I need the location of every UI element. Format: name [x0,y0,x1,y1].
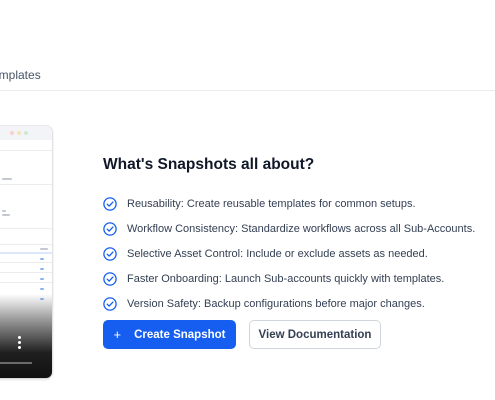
plus-icon: + [113,327,122,342]
feature-text: Workflow Consistency: Standardize workfl… [127,222,476,235]
feature-item: Selective Asset Control: Include or excl… [103,241,475,266]
preview-video-overlay [0,294,52,378]
preview-divider [0,272,52,273]
more-vertical-icon[interactable] [16,336,22,350]
feature-list: Reusability: Create reusable templates f… [103,191,475,316]
preview-row-highlight [0,252,52,254]
preview-divider [0,150,52,151]
feature-item: Reusability: Create reusable templates f… [103,191,475,216]
preview-text-line [2,178,12,180]
feature-item: Version Safety: Backup configurations be… [103,291,475,316]
feature-item: Faster Onboarding: Launch Sub-accounts q… [103,266,475,291]
preview-text-line [2,214,10,216]
preview-divider [0,282,52,283]
create-snapshot-label: Create Snapshot [134,328,226,341]
preview-link [40,278,44,280]
feature-text: Reusability: Create reusable templates f… [127,197,416,210]
feature-text: Selective Asset Control: Include or excl… [127,247,428,260]
video-progress-bar[interactable] [0,362,32,364]
check-circle-icon [103,296,117,311]
view-documentation-button[interactable]: View Documentation [249,320,381,349]
snapshot-preview-video[interactable] [0,126,52,378]
preview-window-bar [0,126,52,140]
preview-divider [0,262,52,263]
check-circle-icon [103,196,117,211]
tab-templates[interactable]: emplates [0,68,41,82]
preview-link [40,258,44,260]
preview-link [40,268,44,270]
check-circle-icon [103,221,117,236]
preview-text-line [2,210,6,212]
tab-bar: emplates [0,0,495,91]
preview-divider [0,184,52,185]
feature-text: Version Safety: Backup configurations be… [127,297,425,310]
section-title: What's Snapshots all about? [103,156,315,173]
preview-link [40,288,44,290]
create-snapshot-button[interactable]: + Create Snapshot [103,320,236,349]
preview-text-line [40,248,48,250]
preview-dot [24,131,28,135]
check-circle-icon [103,246,117,261]
preview-divider [0,244,52,245]
preview-dot [17,131,21,135]
feature-item: Workflow Consistency: Standardize workfl… [103,216,475,241]
preview-dot [10,131,14,135]
preview-divider [0,228,52,229]
feature-text: Faster Onboarding: Launch Sub-accounts q… [127,272,445,285]
check-circle-icon [103,271,117,286]
